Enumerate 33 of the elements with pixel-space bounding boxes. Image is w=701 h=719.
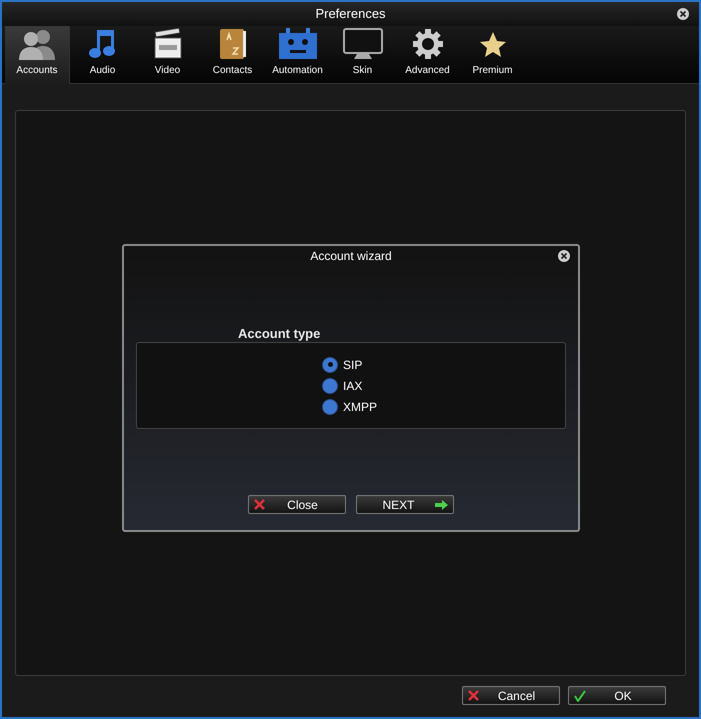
- radio-option[interactable]: SIP: [322, 356, 362, 374]
- radio-option[interactable]: IAX: [322, 376, 362, 394]
- next-button[interactable]: NEXT: [356, 495, 454, 514]
- monitor-icon: [342, 28, 382, 60]
- window-title: Preferences: [315, 5, 386, 24]
- cancel-button[interactable]: Cancel: [462, 686, 560, 705]
- toolbar-tab[interactable]: Contacts: [200, 26, 265, 84]
- dialog-title: Account wizard: [310, 248, 392, 265]
- radio-option[interactable]: XMPP: [322, 398, 378, 416]
- arrow-right-icon: [435, 500, 448, 510]
- ok-button[interactable]: OK: [568, 686, 666, 705]
- toolbar-tab[interactable]: Accounts: [5, 26, 70, 84]
- close-dialog-button[interactable]: Close: [248, 495, 346, 514]
- star-icon: [478, 30, 508, 60]
- address-book-icon: [218, 28, 246, 60]
- cross-icon: [254, 499, 265, 510]
- radio-button[interactable]: [322, 378, 338, 394]
- radio-button[interactable]: [322, 356, 338, 372]
- toolbar-tab[interactable]: Premium: [460, 26, 525, 84]
- section-label: Account type: [238, 325, 322, 342]
- radio-button[interactable]: [322, 398, 338, 414]
- gear-icon: [412, 28, 444, 60]
- toolbar-tab[interactable]: Video: [135, 26, 200, 84]
- toolbar-tab[interactable]: Skin: [330, 26, 395, 84]
- checkmark-icon: [574, 690, 586, 702]
- toolbar-tab[interactable]: Advanced: [395, 26, 460, 84]
- dialog-close-button[interactable]: [558, 250, 570, 262]
- close-button[interactable]: [677, 8, 689, 20]
- toolbar-tab[interactable]: Audio: [70, 26, 135, 84]
- toolbar-tab[interactable]: Automation: [265, 26, 330, 84]
- cross-icon: [468, 690, 479, 701]
- robot-face-icon: [278, 28, 318, 60]
- people-icon: [17, 28, 57, 60]
